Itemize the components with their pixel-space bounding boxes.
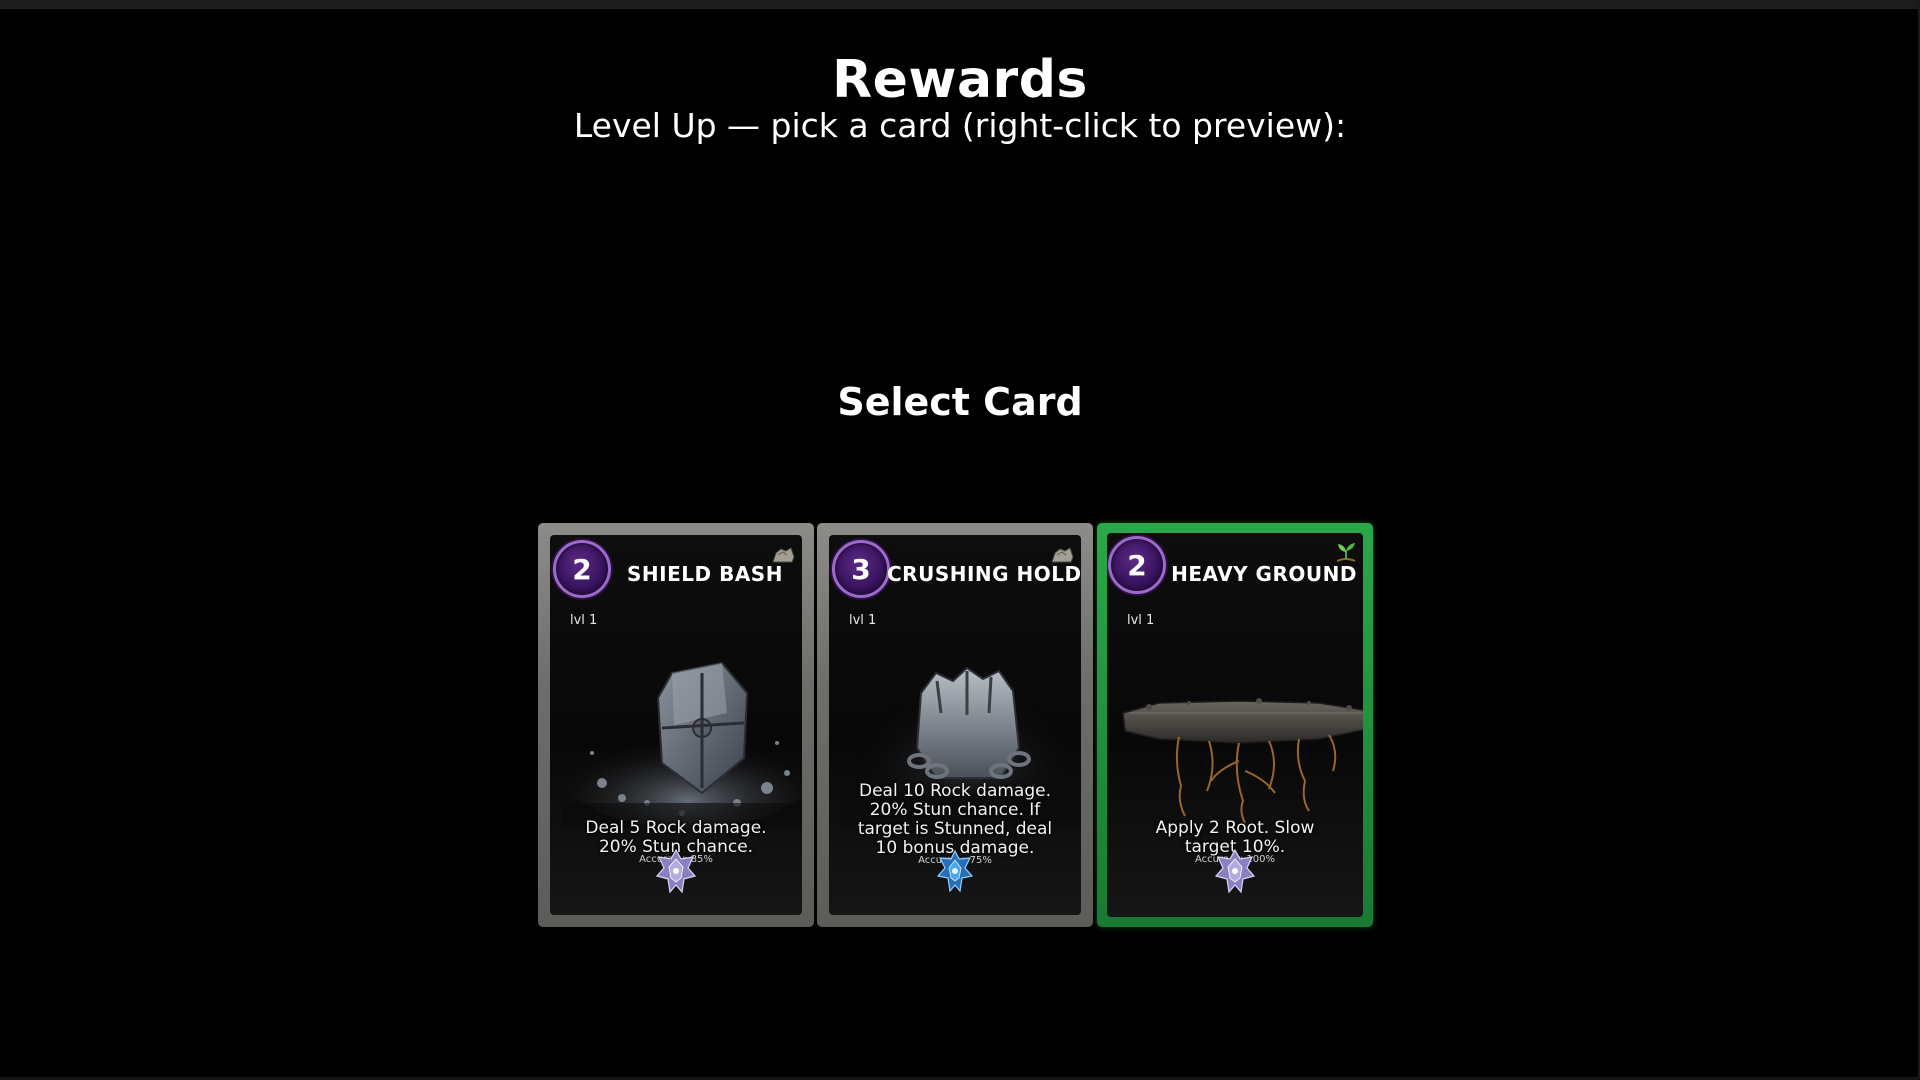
rewards-subtitle: Level Up — pick a card (right-click to p… — [573, 106, 1347, 145]
purple-crest-icon — [1215, 849, 1255, 894]
select-card-title: Select Card — [837, 380, 1083, 424]
card-crushing-hold[interactable]: 3 CRUSHING HOLD lvl 1 Deal 10 Rock damag… — [817, 523, 1093, 927]
rock-icon — [772, 547, 795, 563]
rewards-title: Rewards — [832, 50, 1088, 110]
card-description: Deal 10 Rock damage. 20% Stun chance. If… — [857, 781, 1053, 858]
window-top-bar — [0, 0, 1920, 9]
card-level: lvl 1 — [1127, 613, 1155, 628]
shield-smash-art — [562, 661, 802, 828]
card-face: 2 HEAVY GROUND lvl 1 Apply 2 Root. Slow … — [1107, 533, 1363, 917]
rooted-ground-art — [1122, 698, 1363, 824]
card-face: 3 CRUSHING HOLD lvl 1 Deal 10 Rock damag… — [829, 535, 1081, 915]
card-level: lvl 1 — [849, 613, 877, 628]
card-level: lvl 1 — [570, 613, 598, 628]
blue-crest-icon — [936, 849, 974, 893]
card-face: 2 SHIELD BASH lvl 1 Deal 5 Rock damage. … — [550, 535, 802, 915]
nature-sprout-icon — [1336, 543, 1356, 562]
purple-crest-icon — [656, 849, 696, 894]
card-name: CRUSHING HOLD — [887, 562, 1081, 586]
energy-cost-orb: 2 — [553, 540, 611, 598]
card-name: HEAVY GROUND — [1171, 562, 1357, 586]
energy-cost-orb: 2 — [1108, 536, 1166, 594]
card-name: SHIELD BASH — [627, 562, 783, 586]
card-heavy-ground[interactable]: 2 HEAVY GROUND lvl 1 Apply 2 Root. Slow … — [1097, 523, 1373, 927]
card-choices: 2 SHIELD BASH lvl 1 Deal 5 Rock damage. … — [538, 523, 1386, 927]
energy-cost-orb: 3 — [832, 540, 890, 598]
card-shield-bash[interactable]: 2 SHIELD BASH lvl 1 Deal 5 Rock damage. … — [538, 523, 814, 927]
rock-icon — [1051, 547, 1074, 563]
